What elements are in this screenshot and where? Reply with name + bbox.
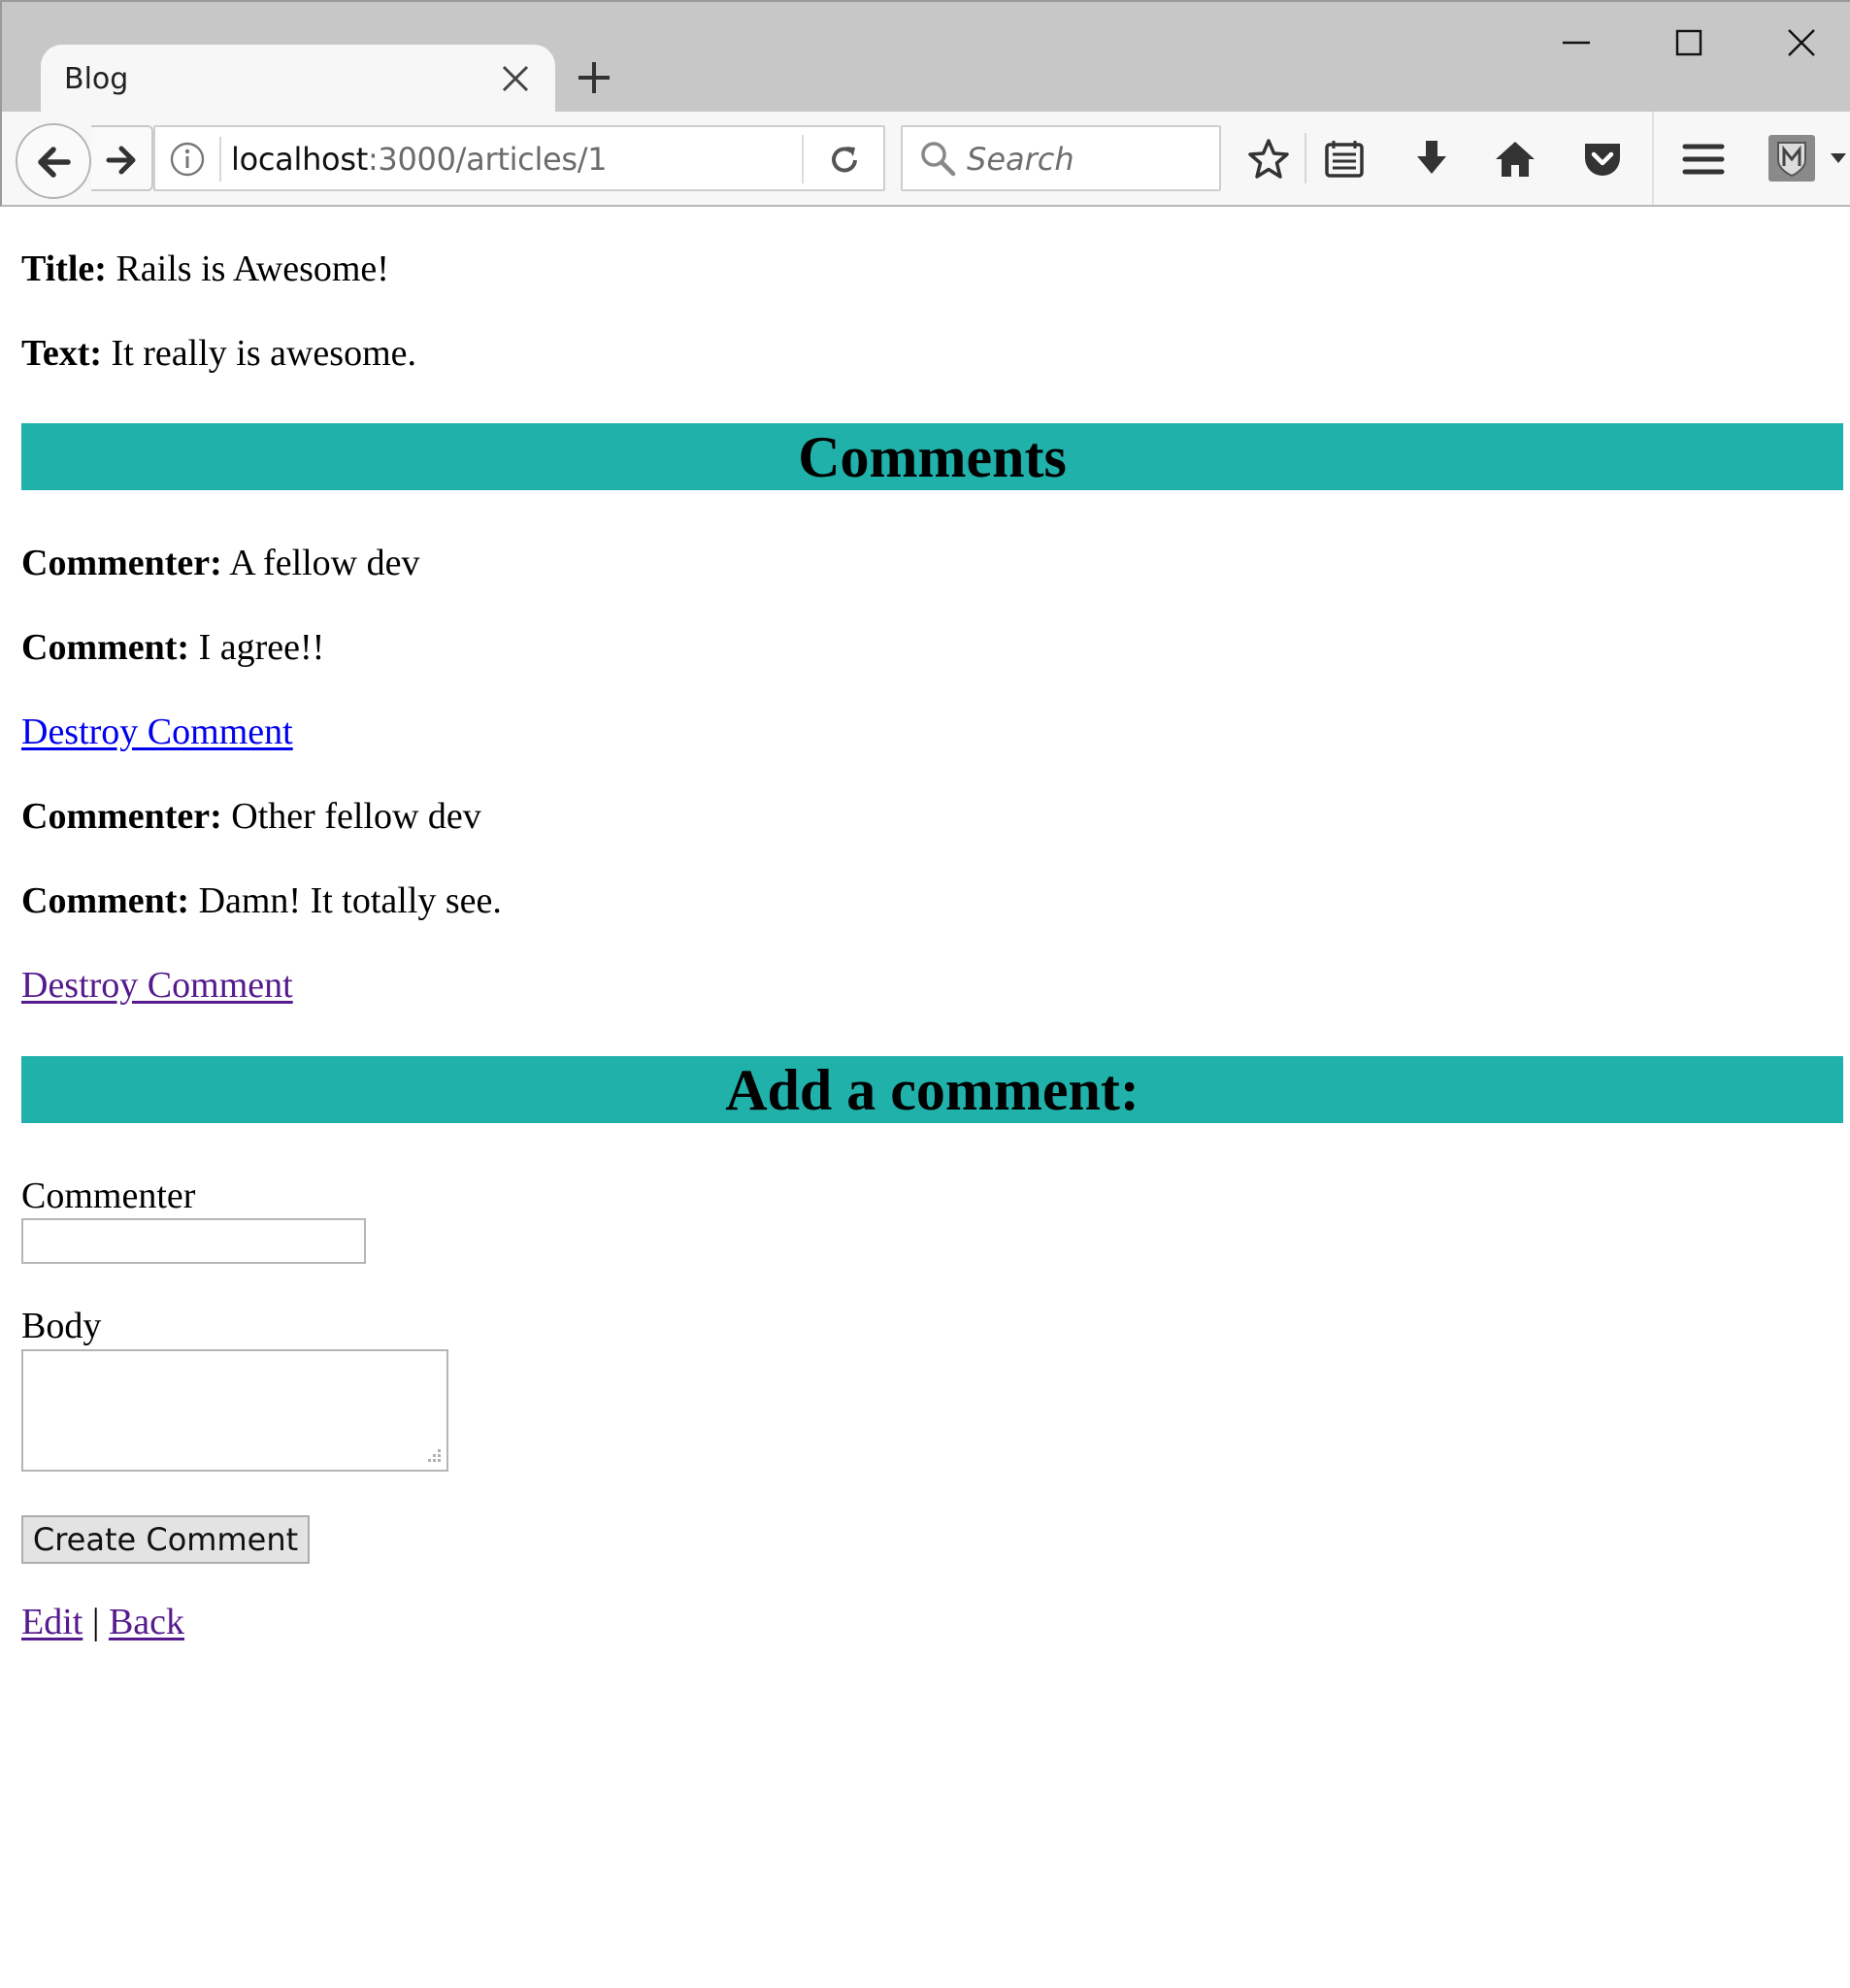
close-window-icon[interactable] <box>1782 23 1821 62</box>
comment-commenter: Commenter: Other fellow dev <box>21 794 481 839</box>
create-comment-button[interactable]: Create Comment <box>21 1515 310 1564</box>
toolbar-divider-tall <box>1652 112 1654 205</box>
destroy-comment-row: Destroy Comment <box>21 963 293 1008</box>
commenter-label: Commenter: <box>21 543 222 583</box>
close-tab-icon[interactable] <box>499 62 532 95</box>
article-text: Text: It really is awesome. <box>21 331 416 376</box>
search-placeholder: Search <box>967 141 1074 178</box>
minimize-icon[interactable] <box>1557 23 1596 62</box>
forward-button[interactable] <box>91 125 153 191</box>
body-textarea[interactable] <box>21 1349 448 1472</box>
toolbar-divider <box>1305 133 1306 183</box>
address-bar[interactable]: localhost:3000/articles/1 <box>153 125 885 191</box>
extension-shield-icon[interactable] <box>1767 133 1817 183</box>
search-bar[interactable]: Search <box>901 125 1221 191</box>
pocket-icon[interactable] <box>1580 137 1625 182</box>
back-arrow-icon <box>38 147 71 178</box>
tab-blog[interactable]: Blog <box>41 45 555 116</box>
body-field-label: Body <box>21 1306 102 1346</box>
url-divider <box>219 137 221 182</box>
forward-arrow-icon <box>106 146 136 175</box>
destroy-comment-row: Destroy Comment <box>21 710 293 754</box>
commenter-value: A fellow dev <box>229 543 420 583</box>
comment-label: Comment: <box>21 880 190 921</box>
reading-list-icon[interactable] <box>1322 137 1367 182</box>
home-icon[interactable] <box>1493 137 1537 182</box>
reload-icon[interactable] <box>825 141 864 180</box>
url-path: :3000/articles/1 <box>367 141 608 178</box>
commenter-input[interactable] <box>21 1218 366 1264</box>
comment-label: Comment: <box>21 627 190 668</box>
comment-body: Comment: I agree!! <box>21 625 324 670</box>
tab-title: Blog <box>64 62 129 96</box>
url-host: localhost <box>231 141 368 178</box>
browser-title-bar: Blog <box>0 0 1850 116</box>
link-separator: | <box>91 1602 100 1642</box>
footer-links: Edit | Back <box>21 1600 184 1644</box>
bookmark-star-icon[interactable] <box>1246 137 1291 182</box>
maximize-icon[interactable] <box>1669 23 1708 62</box>
menu-icon[interactable] <box>1681 137 1726 182</box>
commenter-value: Other fellow dev <box>231 796 481 837</box>
new-tab-icon[interactable] <box>575 58 613 97</box>
article-text-value: It really is awesome. <box>111 333 416 374</box>
back-link[interactable]: Back <box>109 1602 184 1642</box>
edit-link[interactable]: Edit <box>21 1602 83 1642</box>
url-divider-right <box>802 135 804 183</box>
article-title: Title: Rails is Awesome! <box>21 247 389 291</box>
comment-value: Damn! It totally see. <box>198 880 502 921</box>
article-title-value: Rails is Awesome! <box>116 248 389 289</box>
search-icon <box>921 142 956 177</box>
comment-commenter: Commenter: A fellow dev <box>21 541 420 585</box>
article-title-label: Title: <box>21 248 107 289</box>
destroy-comment-link[interactable]: Destroy Comment <box>21 712 293 752</box>
commenter-field-label: Commenter <box>21 1176 196 1216</box>
article-text-label: Text: <box>21 333 103 374</box>
navigation-toolbar: localhost:3000/articles/1 Search <box>0 112 1850 207</box>
chevron-down-icon[interactable] <box>1829 150 1848 166</box>
comment-value: I agree!! <box>198 627 325 668</box>
commenter-label: Commenter: <box>21 796 222 837</box>
resize-grip-icon[interactable] <box>423 1446 443 1466</box>
add-comment-heading: Add a comment: <box>21 1056 1843 1123</box>
comments-heading: Comments <box>21 423 1843 490</box>
back-button[interactable] <box>16 123 91 199</box>
comment-body: Comment: Damn! It totally see. <box>21 878 502 923</box>
info-icon[interactable] <box>169 141 206 178</box>
download-icon[interactable] <box>1409 137 1454 182</box>
destroy-comment-link[interactable]: Destroy Comment <box>21 965 293 1006</box>
url-text[interactable]: localhost:3000/articles/1 <box>231 141 608 178</box>
